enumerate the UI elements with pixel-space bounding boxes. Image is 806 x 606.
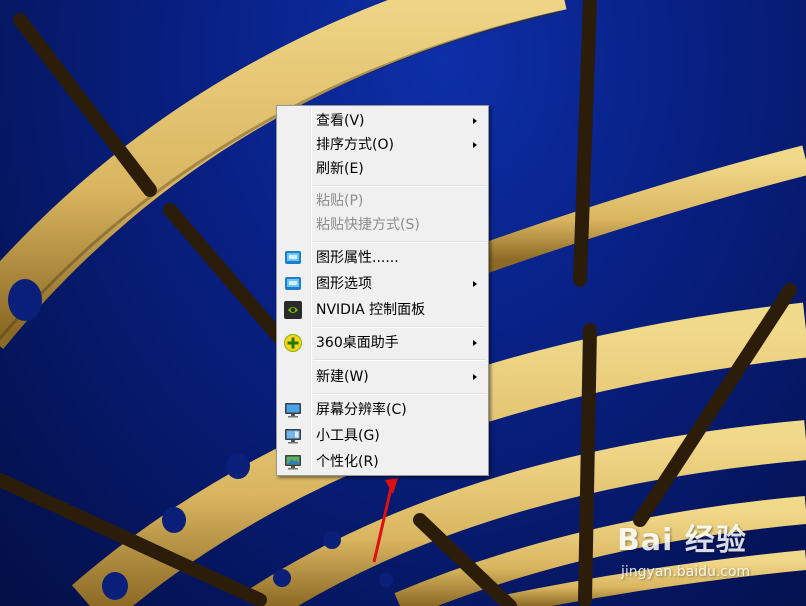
menu-item-label: 刷新(E) — [316, 161, 364, 177]
intel-graphics-icon — [285, 251, 301, 264]
menu-item-360-desktop-assistant[interactable]: 360桌面助手 — [279, 331, 486, 355]
menu-item-label: 个性化(R) — [316, 454, 379, 470]
menu-item-label: 排序方式(O) — [316, 137, 394, 153]
menu-item-label: 粘贴快捷方式(S) — [316, 217, 420, 233]
menu-item-new[interactable]: 新建(W) — [279, 365, 486, 389]
menu-item-personalize[interactable]: 个性化(R) — [279, 450, 486, 474]
gadgets-icon — [285, 429, 301, 444]
menu-item-screen-resolution[interactable]: 屏幕分辨率(C) — [279, 398, 486, 422]
submenu-arrow-icon — [473, 142, 477, 148]
menu-separator — [313, 185, 486, 187]
watermark-brand: Bai 经验 — [617, 523, 747, 558]
submenu-arrow-icon — [473, 118, 477, 124]
submenu-arrow-icon — [473, 281, 477, 287]
360-plus-icon — [284, 334, 302, 352]
menu-item-paste: 粘贴(P) — [279, 189, 486, 213]
screen-resolution-icon — [285, 403, 301, 418]
menu-item-gadgets[interactable]: 小工具(G) — [279, 424, 486, 448]
menu-item-sort-by[interactable]: 排序方式(O) — [279, 133, 486, 157]
watermark-url: jingyan.baidu.com — [621, 564, 751, 580]
menu-item-label: 屏幕分辨率(C) — [316, 402, 407, 418]
menu-item-nvidia-control-panel[interactable]: NVIDIA 控制面板 — [279, 298, 486, 322]
menu-separator — [313, 241, 486, 243]
menu-item-label: 图形选项 — [316, 276, 372, 292]
menu-item-label: 360桌面助手 — [316, 335, 399, 351]
menu-item-paste-shortcut: 粘贴快捷方式(S) — [279, 213, 486, 237]
menu-separator — [313, 359, 486, 361]
nvidia-icon — [284, 301, 302, 319]
menu-item-graphics-options[interactable]: 图形选项 — [279, 272, 486, 296]
menu-item-refresh[interactable]: 刷新(E) — [279, 157, 486, 181]
submenu-arrow-icon — [473, 340, 477, 346]
menu-item-label: 小工具(G) — [316, 428, 380, 444]
menu-item-label: 图形属性...... — [316, 250, 399, 266]
menu-item-graphics-properties[interactable]: 图形属性...... — [279, 246, 486, 270]
watermark: Bai 经验 jingyan.baidu.com — [617, 515, 767, 585]
menu-separator — [313, 393, 486, 395]
menu-item-label: NVIDIA 控制面板 — [316, 302, 426, 318]
menu-item-view[interactable]: 查看(V) — [279, 109, 486, 133]
personalize-icon — [285, 455, 301, 470]
menu-item-label: 粘贴(P) — [316, 193, 364, 209]
menu-item-label: 新建(W) — [316, 369, 369, 385]
menu-separator — [313, 326, 486, 328]
intel-graphics-options-icon — [285, 277, 301, 290]
desktop-context-menu: 查看(V) 排序方式(O) 刷新(E) 粘贴(P) 粘贴快捷方式(S) 图形属性… — [276, 105, 489, 476]
menu-item-label: 查看(V) — [316, 113, 365, 129]
submenu-arrow-icon — [473, 374, 477, 380]
